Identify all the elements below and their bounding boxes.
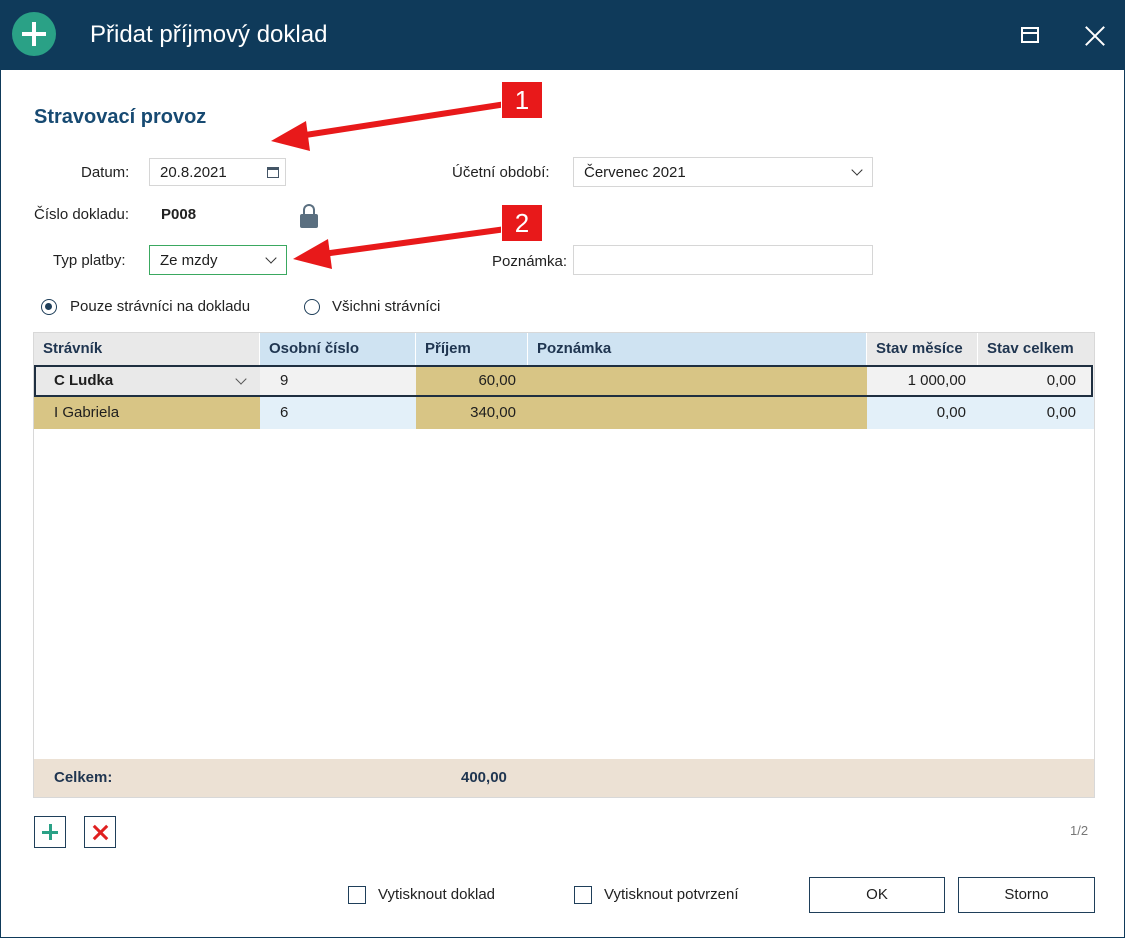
dialog-window: Přidat příjmový doklad Stravovací provoz… — [0, 0, 1125, 938]
annotation-arrow-1 — [298, 101, 507, 139]
annotation-badge-1: 1 — [501, 81, 543, 119]
annotation-arrows — [271, 101, 507, 269]
annotation-arrowhead-1 — [271, 121, 310, 151]
annotation-arrow-2 — [322, 226, 507, 257]
annotation-arrowhead-2 — [293, 239, 332, 269]
annotation-badge-2: 2 — [501, 204, 543, 242]
